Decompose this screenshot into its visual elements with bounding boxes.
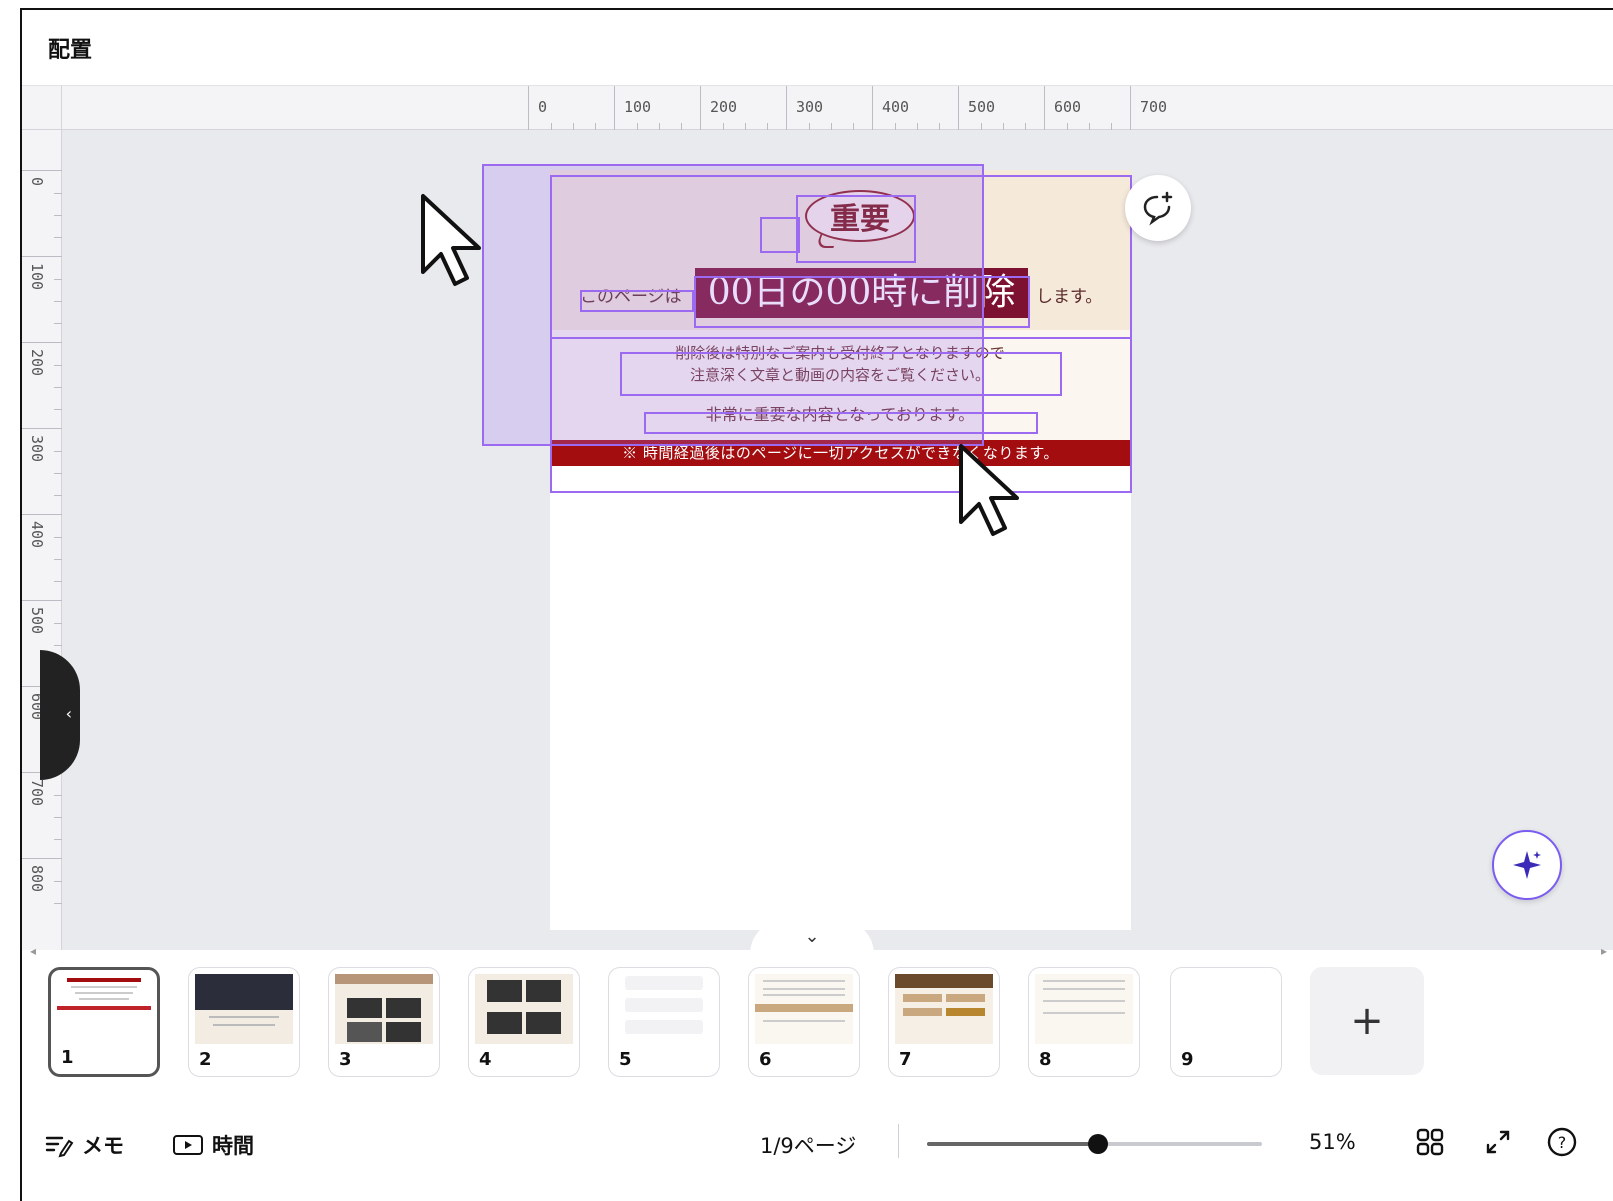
ruler-tick: 400 xyxy=(872,86,960,131)
page-indicator[interactable]: 1/9ページ xyxy=(760,1130,856,1160)
thumbnail-preview xyxy=(57,976,151,1046)
notes-icon xyxy=(45,1136,74,1158)
ruler-label: 100 xyxy=(624,98,652,116)
page-thumbnail[interactable]: 4 xyxy=(468,967,580,1077)
collapse-filmstrip-button[interactable]: ⌄ xyxy=(750,920,874,954)
ruler-label: 0 xyxy=(538,98,548,116)
ruler-tick: 800 xyxy=(22,858,62,946)
zoom-slider-handle[interactable] xyxy=(1088,1134,1108,1154)
headline-suffix-text[interactable]: します。 xyxy=(1036,282,1102,307)
ruler-tick: 600 xyxy=(1044,86,1132,131)
sparkle-icon xyxy=(1513,851,1541,879)
ruler-label: 500 xyxy=(28,607,46,635)
svg-text:?: ? xyxy=(1558,1133,1567,1152)
thumbnail-preview xyxy=(195,974,293,1044)
zoom-slider[interactable] xyxy=(927,1134,1262,1154)
ruler-label: 300 xyxy=(796,98,824,116)
play-timer-icon xyxy=(173,1135,203,1155)
ruler-label: 700 xyxy=(1140,98,1168,116)
design-canvas[interactable]: 重要 このページは 00日の00時に削除 します。 削除後は特別なご案内も受付終… xyxy=(40,130,1613,950)
ruler-tick: 200 xyxy=(22,342,62,430)
zoom-slider-fill xyxy=(927,1142,1098,1146)
editor-window: 配置 0 100 200 300 400 500 600 700 0 100 2… xyxy=(20,8,1613,1201)
timer-label: 時間 xyxy=(212,1134,254,1158)
add-page-button[interactable]: + xyxy=(1310,967,1424,1075)
notes-button[interactable]: メモ xyxy=(44,1130,124,1160)
ruler-tick: 500 xyxy=(958,86,1046,131)
page-number: 9 xyxy=(1181,1049,1194,1070)
ruler-tick: 300 xyxy=(786,86,874,131)
top-bar: 配置 xyxy=(22,10,1613,85)
thumbnail-preview xyxy=(1035,974,1133,1044)
timer-button[interactable]: 時間 xyxy=(172,1130,254,1160)
thumbnail-preview xyxy=(755,974,853,1044)
page-number: 5 xyxy=(619,1049,632,1070)
ruler-label: 0 xyxy=(28,177,46,187)
ruler-tick: 100 xyxy=(614,86,702,131)
ruler-label: 600 xyxy=(1054,98,1082,116)
page-filmstrip: 1 2 3 4 5 6 7 8 9 + xyxy=(22,955,1613,1090)
ruler-label: 200 xyxy=(710,98,738,116)
thumbnail-preview xyxy=(895,974,993,1044)
magic-assistant-button[interactable] xyxy=(1492,830,1562,900)
ruler-label: 500 xyxy=(968,98,996,116)
page-number: 2 xyxy=(199,1049,212,1070)
mouse-cursor-icon xyxy=(959,444,1019,536)
add-comment-button[interactable] xyxy=(1125,175,1191,241)
page-thumbnail[interactable]: 7 xyxy=(888,967,1000,1077)
page-thumbnail[interactable]: 9 xyxy=(1170,967,1282,1077)
expand-icon[interactable] xyxy=(1482,1126,1514,1158)
thumbnail-preview xyxy=(475,974,573,1044)
page-number: 7 xyxy=(899,1049,912,1070)
page-number: 4 xyxy=(479,1049,492,1070)
panel-title: 配置 xyxy=(48,38,93,63)
ruler-tick: 700 xyxy=(1130,86,1218,131)
vertical-ruler: 0 100 200 300 400 500 600 700 800 xyxy=(22,130,62,950)
page-thumbnail[interactable]: 3 xyxy=(328,967,440,1077)
page-number: 6 xyxy=(759,1049,772,1070)
horizontal-ruler: 0 100 200 300 400 500 600 700 xyxy=(62,85,1613,131)
collapse-side-panel-button[interactable]: ‹ xyxy=(40,650,80,780)
ruler-label: 400 xyxy=(882,98,910,116)
ruler-label: 400 xyxy=(28,521,46,549)
ruler-label: 300 xyxy=(28,435,46,463)
comment-add-icon xyxy=(1143,191,1173,226)
ruler-tick: 300 xyxy=(22,428,62,516)
plus-icon: + xyxy=(1350,998,1384,1044)
page-thumbnail[interactable]: 2 xyxy=(188,967,300,1077)
multi-selection-box[interactable] xyxy=(482,164,984,446)
help-icon[interactable]: ? xyxy=(1546,1126,1578,1158)
ruler-tick: 100 xyxy=(22,256,62,344)
toolbar-divider xyxy=(898,1124,899,1158)
ruler-tick: 200 xyxy=(700,86,788,131)
notes-label: メモ xyxy=(82,1134,124,1158)
bottom-toolbar: メモ 時間 1/9ページ 51% ? xyxy=(22,1110,1613,1201)
ruler-label: 100 xyxy=(28,263,46,291)
mouse-cursor-icon xyxy=(421,194,481,286)
ruler-tick: 700 xyxy=(22,772,62,860)
zoom-percentage[interactable]: 51% xyxy=(1309,1130,1356,1154)
chevron-down-icon: ⌄ xyxy=(804,926,820,947)
ruler-tick: 0 xyxy=(528,86,616,131)
page-number: 1 xyxy=(61,1047,74,1068)
chevron-left-icon: ‹ xyxy=(65,704,72,723)
thumbnail-preview xyxy=(335,974,433,1044)
thumbnail-preview xyxy=(615,974,713,1044)
page-thumbnail[interactable]: 8 xyxy=(1028,967,1140,1077)
ruler-label: 700 xyxy=(28,779,46,807)
ruler-tick: 0 xyxy=(22,170,62,258)
ruler-tick: 400 xyxy=(22,514,62,602)
page-thumbnail[interactable]: 1 xyxy=(48,967,160,1077)
page-number: 3 xyxy=(339,1049,352,1070)
ruler-corner xyxy=(22,85,62,130)
ruler-label: 200 xyxy=(28,349,46,377)
page-thumbnail[interactable]: 5 xyxy=(608,967,720,1077)
page-thumbnail[interactable]: 6 xyxy=(748,967,860,1077)
grid-view-icon[interactable] xyxy=(1414,1126,1446,1158)
ruler-label: 800 xyxy=(28,865,46,893)
page-number: 8 xyxy=(1039,1049,1052,1070)
